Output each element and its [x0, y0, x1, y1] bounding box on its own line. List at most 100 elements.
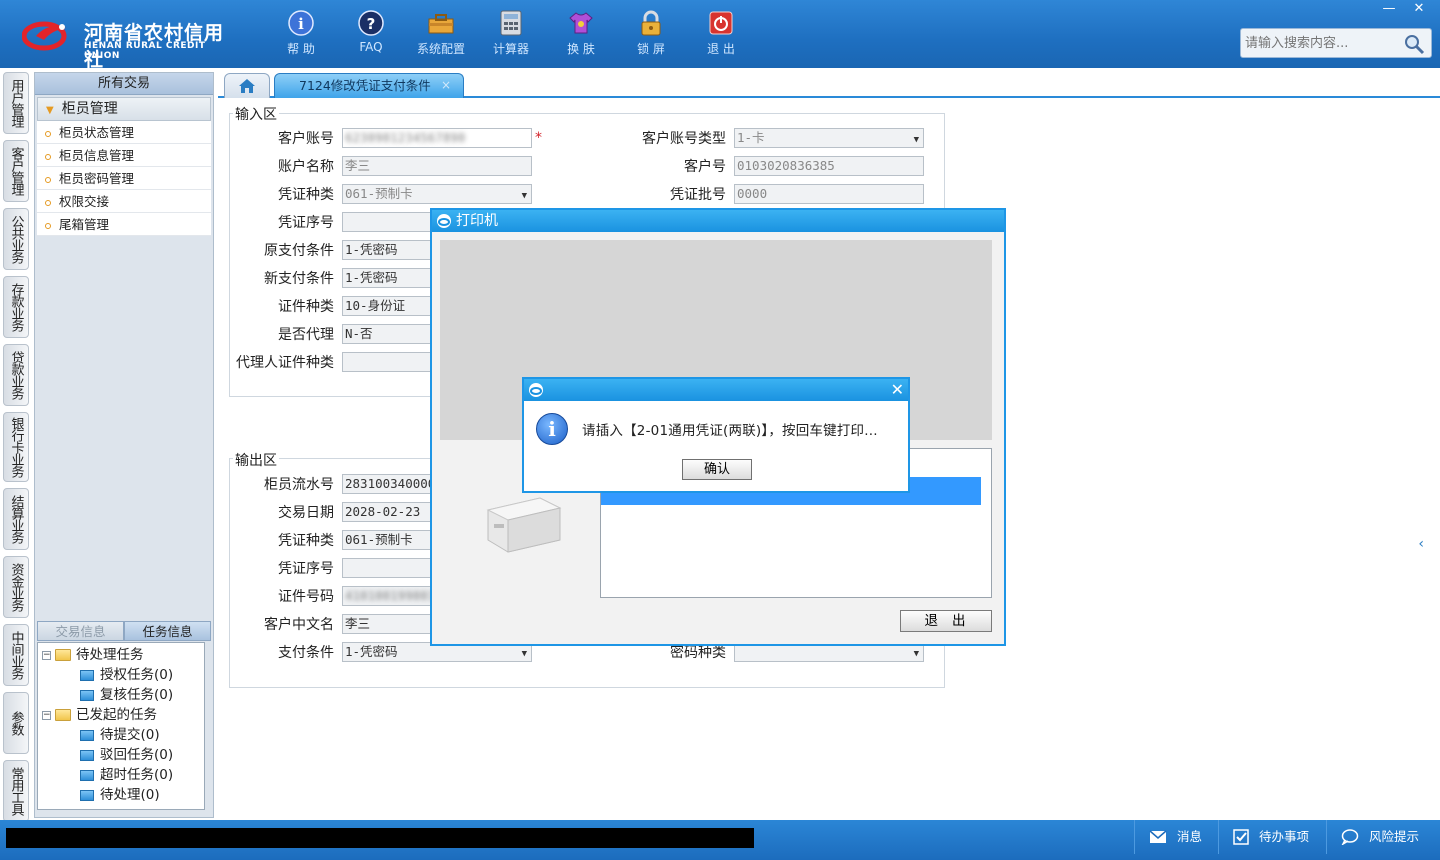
question-icon: ?	[358, 10, 384, 36]
field-voucher-type: 凭证种类 061-预制卡 ▼	[230, 183, 532, 205]
tab-7124[interactable]: 7124修改凭证支付条件 ×	[274, 73, 464, 98]
agent-id-type-label: 代理人证件种类	[236, 355, 334, 371]
acct-no-input[interactable]: 6230901234567890	[342, 128, 532, 148]
tree-node[interactable]: 授权任务(0)	[42, 665, 204, 685]
window-close-button[interactable]: ✕	[1404, 0, 1434, 18]
tree-node[interactable]: 复核任务(0)	[42, 685, 204, 705]
collapse-icon[interactable]: −	[42, 710, 51, 720]
acct-no-label: 客户账号	[278, 131, 334, 147]
vnav-common-tools[interactable]: 常用工具	[3, 760, 29, 822]
skin-button[interactable]: 换 肤	[546, 8, 616, 60]
vnav-bank-card[interactable]: 银行卡业务	[3, 412, 29, 482]
printer-icon	[480, 490, 564, 556]
faq-label: FAQ	[359, 40, 383, 54]
status-message-area	[6, 828, 754, 848]
exit-label: 退 出	[707, 42, 735, 56]
task-icon	[80, 749, 94, 761]
vnav-user-mgmt[interactable]: 用户管理	[3, 72, 29, 134]
tree-node[interactable]: − 待处理任务	[42, 645, 204, 665]
task-icon	[80, 769, 94, 781]
help-button[interactable]: i 帮 助	[266, 8, 336, 60]
folder-icon	[55, 709, 71, 721]
printer-exit-button[interactable]: 退出	[900, 610, 992, 632]
vnav-settlement[interactable]: 结算业务	[3, 488, 29, 550]
out-voucher-seq-label: 凭证序号	[278, 561, 334, 577]
task-icon	[80, 789, 94, 801]
tab-task-info[interactable]: 任务信息	[124, 621, 211, 641]
vnav-public-business[interactable]: 公共业务	[3, 208, 29, 270]
sidebar-item[interactable]: 权限交接	[37, 190, 211, 213]
tree-node[interactable]: 待提交(0)	[42, 725, 204, 745]
acct-name-input[interactable]: 李三	[342, 156, 532, 176]
voucher-batch-input[interactable]: 0000	[734, 184, 924, 204]
messages-button[interactable]: 消息	[1134, 820, 1202, 854]
message-body: i 请插入【2-01通用凭证(两联)】，按回车键打印...	[536, 413, 878, 445]
pay-cond-label: 支付条件	[278, 645, 334, 661]
field-cust-no: 客户号 0103020836385	[614, 155, 924, 177]
task-tree: − 待处理任务 授权任务(0) 复核任务(0) − 已发起的任务 待提交(0) 驳回…	[37, 642, 205, 810]
calculator-button[interactable]: 计算器	[476, 8, 546, 60]
vnav-loan[interactable]: 贷款业务	[3, 344, 29, 406]
tree-node[interactable]: 驳回任务(0)	[42, 745, 204, 765]
old-pay-label: 原支付条件	[264, 243, 334, 259]
voucher-seq-label: 凭证序号	[278, 215, 334, 231]
bullet-icon	[45, 130, 51, 137]
tab-bar: 7124修改凭证支付条件 ×	[218, 72, 1440, 98]
task-icon	[80, 689, 94, 701]
sidebar-item[interactable]: 柜员密码管理	[37, 167, 211, 190]
tab-transaction-info[interactable]: 交易信息	[37, 621, 124, 641]
search-input[interactable]	[1241, 29, 1401, 57]
teller-seq-label: 柜员流水号	[264, 477, 334, 493]
acct-type-select[interactable]: 1-卡 ▼	[734, 128, 924, 148]
collapse-icon[interactable]: −	[42, 650, 51, 660]
vnav-funds[interactable]: 资金业务	[3, 556, 29, 618]
message-close-button[interactable]: ✕	[891, 379, 904, 401]
skin-label: 换 肤	[567, 42, 595, 56]
sidebar-section[interactable]: ▼ 柜员管理	[37, 97, 211, 121]
printer-dialog-title: 打印机	[456, 213, 498, 229]
voucher-type-value: 061-预制卡	[345, 186, 413, 201]
tree-label: 超时任务(0)	[100, 767, 174, 783]
txn-date-label: 交易日期	[278, 505, 334, 521]
voucher-type-select[interactable]: 061-预制卡 ▼	[342, 184, 532, 204]
todo-button[interactable]: 待办事项	[1218, 820, 1309, 854]
mail-icon	[1149, 830, 1167, 843]
folder-icon	[55, 649, 71, 661]
tree-label: 驳回任务(0)	[100, 747, 174, 763]
risk-button[interactable]: 风险提示	[1326, 820, 1419, 854]
faq-button[interactable]: ? FAQ	[336, 8, 406, 60]
confirm-button[interactable]: 确认	[682, 459, 752, 480]
tree-node[interactable]: 超时任务(0)	[42, 765, 204, 785]
tree-label: 授权任务(0)	[100, 667, 174, 683]
dropdown-arrow-icon: ▼	[913, 649, 919, 659]
tab-home[interactable]	[224, 73, 270, 98]
exit-button[interactable]: 退 出	[686, 8, 756, 60]
cust-cn-name-label: 客户中文名	[264, 617, 334, 633]
vnav-intermediary[interactable]: 中间业务	[3, 624, 29, 686]
sidebar-item[interactable]: 柜员信息管理	[37, 144, 211, 167]
tree-node[interactable]: − 已发起的任务	[42, 705, 204, 725]
id-type-label: 证件种类	[278, 299, 334, 315]
cust-no-input[interactable]: 0103020836385	[734, 156, 924, 176]
sidebar-item[interactable]: 尾箱管理	[37, 213, 211, 236]
system-config-button[interactable]: 系统配置	[406, 8, 476, 60]
vnav-deposit[interactable]: 存款业务	[3, 276, 29, 338]
dropdown-arrow-icon[interactable]: ▼	[914, 131, 919, 147]
vnav-customer-mgmt[interactable]: 客户管理	[3, 140, 29, 202]
collapse-right-icon[interactable]: ‹	[1418, 536, 1424, 552]
required-mark: *	[535, 130, 542, 146]
minimize-button[interactable]: —	[1374, 0, 1404, 18]
search-icon[interactable]	[1403, 33, 1425, 55]
sidebar-item[interactable]: 柜员状态管理	[37, 121, 211, 144]
voucher-type-label: 凭证种类	[278, 187, 334, 203]
pay-cond-value: 1-凭密码	[345, 644, 398, 659]
dropdown-arrow-icon[interactable]: ▼	[522, 187, 527, 203]
lock-screen-button[interactable]: 锁 屏	[616, 8, 686, 60]
sidebar-item-label: 柜员信息管理	[59, 148, 135, 163]
system-config-label: 系统配置	[416, 42, 465, 56]
sidebar-header[interactable]: 所有交易	[35, 73, 213, 95]
svg-text:?: ?	[367, 15, 376, 33]
vnav-parameters[interactable]: 参数	[3, 692, 29, 754]
tab-close-icon[interactable]: ×	[441, 74, 451, 97]
tree-node[interactable]: 待处理(0)	[42, 785, 204, 805]
